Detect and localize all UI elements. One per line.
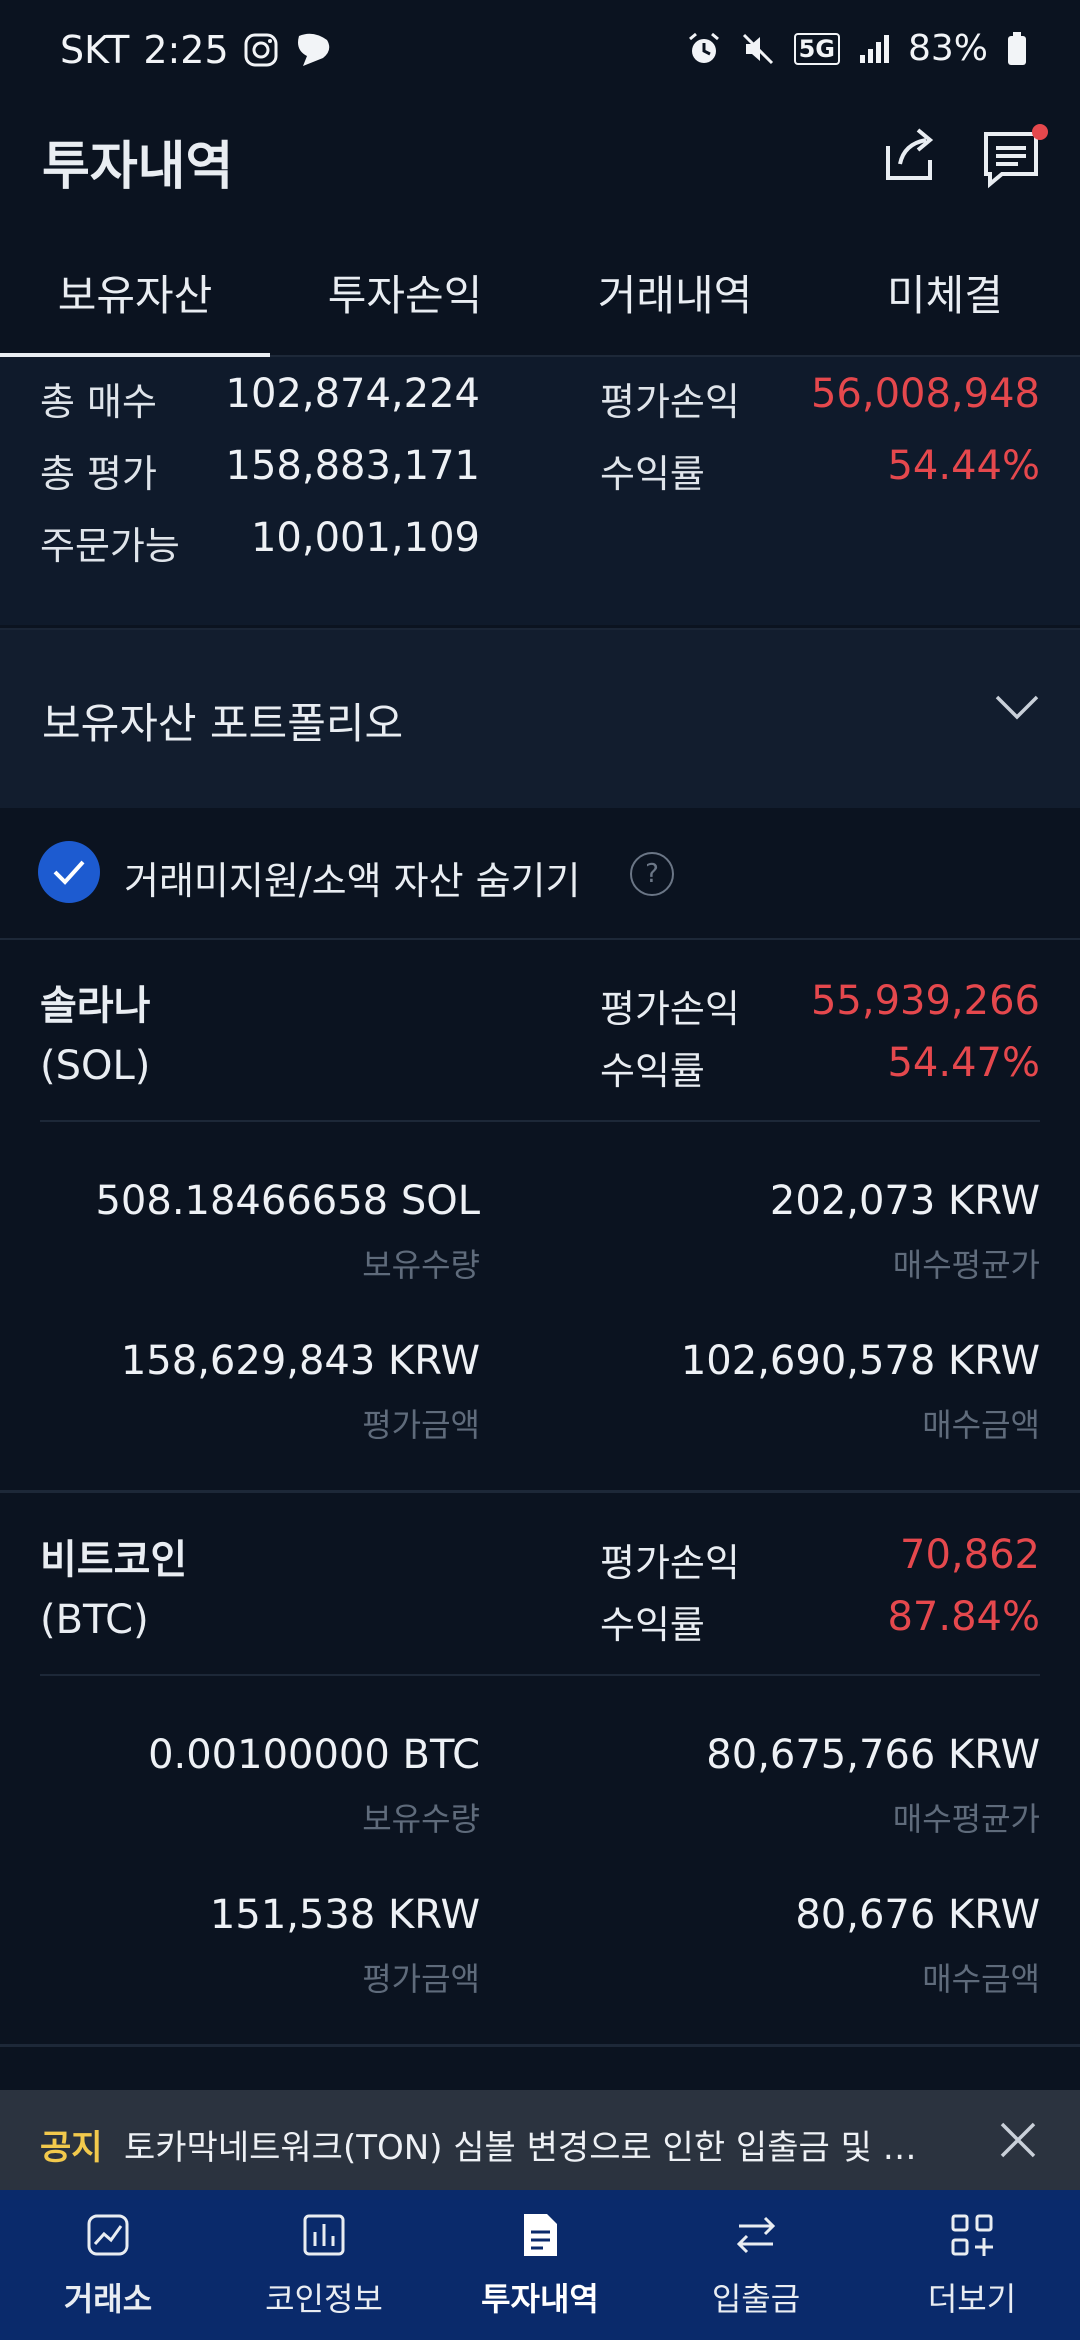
status-bar-left: SKT 2:25 [60,28,333,72]
asset-avg-price: 80,675,766 KRW [706,1732,1040,1778]
asset-avg-price: 202,073 KRW [769,1178,1040,1224]
asset-separator [0,2044,1080,2047]
asset-return-label: 수익률 [600,1049,705,1093]
share-icon[interactable] [878,122,942,186]
asset-return-value: 87.84% [887,1594,1040,1640]
asset-quantity-label: 보유수량 [362,1800,480,1838]
tab-holdings[interactable]: 보유자산 [0,262,270,323]
orderable-value: 10,001,109 [250,515,480,561]
asset-eval-amount: 158,629,843 KRW [120,1338,480,1384]
check-icon [53,860,85,885]
asset-quantity-label: 보유수량 [362,1246,480,1284]
nav-more[interactable]: 더보기 [864,2210,1080,2320]
nav-coin-info[interactable]: 코인정보 [216,2210,432,2320]
page-title: 투자내역 [42,137,234,197]
asset-pnl-value: 70,862 [900,1532,1040,1578]
asset-name: 비트코인 [40,1537,188,1583]
signal-icon [858,33,890,65]
tab-investment-pnl[interactable]: 투자손익 [270,262,540,323]
notice-tag: 공지 [40,2128,103,2168]
asset-avg-price-label: 매수평균가 [892,1246,1040,1284]
battery-icon [1006,31,1028,67]
asset-symbol: (BTC) [40,1597,149,1643]
asset-return-value: 54.47% [887,1040,1040,1086]
transfer-arrows-icon [736,2216,776,2254]
exchange-chart-icon [87,2214,129,2256]
instagram-icon [243,32,279,68]
tab-open-orders[interactable]: 미체결 [810,262,1080,323]
notification-icon[interactable] [978,122,1050,190]
tab-investment-pnl-label: 투자손익 [327,271,483,320]
nav-exchange[interactable]: 거래소 [0,2210,216,2320]
asset-pnl-label: 평가손익 [600,987,740,1031]
status-bar-right: 5G 83% [686,28,1028,69]
portfolio-title: 보유자산 포트폴리오 [42,699,404,748]
total-buy-label: 총 매수 [40,380,157,424]
nav-investments-label: 투자내역 [481,2280,599,2318]
asset-quantity: 0.00100000 BTC [148,1732,480,1778]
asset-divider [40,1120,1040,1122]
asset-symbol: (SOL) [40,1043,151,1089]
account-summary: 총 매수 102,874,224 총 평가 158,883,171 주문가능 1… [0,357,1080,625]
alarm-icon [686,31,722,67]
return-value: 54.44% [887,443,1040,489]
battery-percent: 83% [907,28,988,69]
asset-eval-amount-label: 평가금액 [362,1960,480,1998]
pnl-value: 56,008,948 [810,371,1040,417]
nav-more-label: 더보기 [927,2280,1017,2318]
nav-investments[interactable]: 투자내역 [432,2210,648,2320]
total-eval-label: 총 평가 [40,452,157,496]
help-icon[interactable]: ? [630,852,674,896]
tab-trade-history[interactable]: 거래내역 [540,262,810,323]
asset-eval-amount: 151,538 KRW [209,1892,480,1938]
pnl-label: 평가손익 [600,380,740,424]
carrier-label: SKT [60,28,130,72]
asset-buy-amount: 102,690,578 KRW [680,1338,1040,1384]
hide-small-assets-label: 거래미지원/소액 자산 숨기기 [124,859,581,903]
asset-pnl-value: 55,939,266 [810,978,1040,1024]
asset-buy-amount: 80,676 KRW [795,1892,1040,1938]
tab-holdings-label: 보유자산 [57,271,213,320]
app-bar: 투자내역 [0,100,1080,230]
bar-chart-icon [303,2214,345,2256]
clock: 2:25 [143,28,229,72]
nav-deposit-withdraw-label: 입출금 [711,2280,801,2318]
tab-open-orders-label: 미체결 [887,271,1003,320]
bottom-nav: 거래소 코인정보 투자내역 입출금 더보기 [0,2190,1080,2340]
asset-name: 솔라나 [40,983,151,1029]
asset-buy-amount-label: 매수금액 [922,1406,1040,1444]
return-label: 수익률 [600,452,705,496]
hide-small-assets-row: 거래미지원/소액 자산 숨기기 ? [0,808,1080,940]
hide-small-assets-checkbox[interactable] [38,841,100,903]
chevron-down-icon [994,692,1040,722]
status-bar: SKT 2:25 5G 83% [0,0,1080,100]
asset-avg-price-label: 매수평균가 [892,1800,1040,1838]
asset-card-sol[interactable]: 솔라나 (SOL) 평가손익 55,939,266 수익률 54.47% 508… [0,940,1080,1490]
portfolio-toggle[interactable]: 보유자산 포트폴리오 [0,628,1080,808]
nav-coin-info-label: 코인정보 [265,2280,383,2318]
tab-bar: 보유자산 투자손익 거래내역 미체결 [0,230,1080,357]
nav-deposit-withdraw[interactable]: 입출금 [648,2210,864,2320]
asset-pnl-label: 평가손익 [600,1541,740,1585]
orderable-label: 주문가능 [40,524,180,568]
document-icon [524,2214,557,2256]
total-buy-value: 102,874,224 [225,371,480,417]
asset-return-label: 수익률 [600,1603,705,1647]
notice-banner[interactable]: 공지 토카막네트워크(TON) 심볼 변경으로 인한 입출금 및 거래... [0,2090,1080,2190]
nav-exchange-label: 거래소 [63,2280,153,2318]
asset-separator [0,1490,1080,1493]
tab-trade-history-label: 거래내역 [597,271,753,320]
asset-quantity: 508.18466658 SOL [95,1178,480,1224]
total-eval-value: 158,883,171 [225,443,480,489]
mute-icon [740,31,776,67]
close-icon[interactable] [992,2114,1044,2166]
notice-text: 토카막네트워크(TON) 심볼 변경으로 인한 입출금 및 거래... [124,2128,944,2168]
asset-divider [40,1674,1040,1676]
chat-app-icon [293,32,333,68]
asset-buy-amount-label: 매수금액 [922,1960,1040,1998]
network-type: 5G [793,32,840,65]
asset-card-btc[interactable]: 비트코인 (BTC) 평가손익 70,862 수익률 87.84% 0.0010… [0,1494,1080,2044]
asset-eval-amount-label: 평가금액 [362,1406,480,1444]
grid-plus-icon [951,2214,993,2256]
